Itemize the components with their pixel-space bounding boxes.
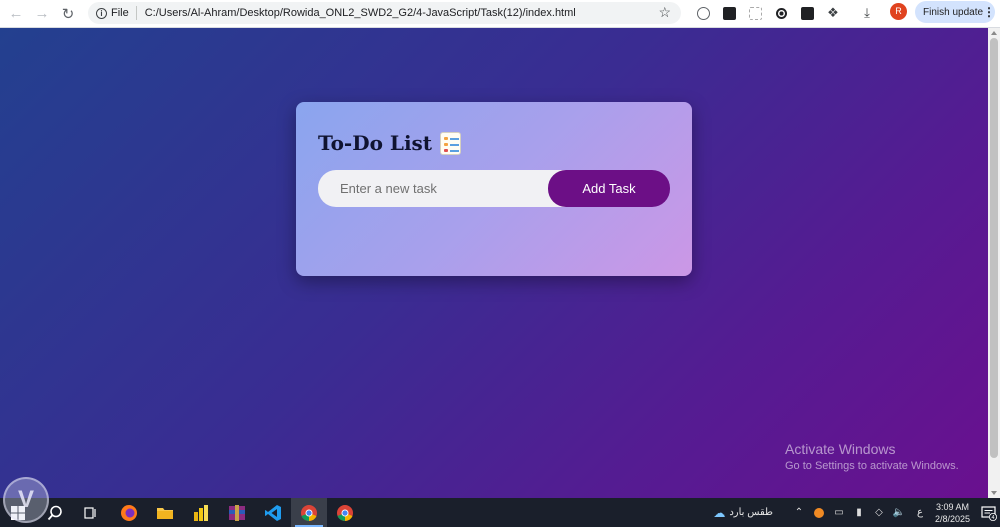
notification-count: 4 bbox=[991, 515, 994, 521]
scroll-up-icon[interactable] bbox=[991, 31, 997, 35]
pen-extension-icon[interactable] bbox=[716, 2, 742, 24]
finish-update-button[interactable]: Finish update ⋮ bbox=[915, 1, 995, 23]
forward-arrow-icon[interactable]: → bbox=[29, 2, 55, 26]
battery-icon[interactable]: ▮ bbox=[852, 506, 866, 520]
address-bar[interactable]: i File C:/Users/Al-Ahram/Desktop/Rowida_… bbox=[88, 2, 681, 24]
todo-title-text: To-Do List bbox=[318, 131, 433, 155]
blank-extension-icon[interactable] bbox=[742, 2, 768, 24]
page-title: To-Do List bbox=[318, 131, 462, 155]
clock-date: 2/8/2025 bbox=[934, 513, 970, 524]
winrar-icon[interactable] bbox=[219, 498, 255, 527]
vscode-icon[interactable] bbox=[255, 498, 291, 527]
file-explorer-icon[interactable] bbox=[147, 498, 183, 527]
extensions-row: ❖ ⤓ bbox=[690, 2, 880, 24]
scroll-thumb[interactable] bbox=[990, 38, 998, 458]
download-icon[interactable]: ⤓ bbox=[854, 2, 880, 24]
new-task-input[interactable] bbox=[318, 170, 568, 207]
watermark-subtitle: Go to Settings to activate Windows. bbox=[785, 460, 959, 472]
system-tray: ☁ طقس بارد ⌃ ▭ ▮ ◇ 🔈 ع 3:09 AM 2/8/2025 … bbox=[709, 498, 1000, 527]
language-indicator[interactable]: ع bbox=[917, 507, 923, 518]
clock-time: 3:09 AM bbox=[935, 501, 969, 512]
profile-avatar[interactable]: R bbox=[890, 3, 907, 20]
system-clock[interactable]: 3:09 AM 2/8/2025 bbox=[935, 501, 970, 525]
star-icon[interactable]: ☆ bbox=[658, 4, 671, 21]
record-extension-icon[interactable] bbox=[768, 2, 794, 24]
wifi-icon[interactable]: ◇ bbox=[872, 506, 886, 520]
todo-card: To-Do List Add Task bbox=[296, 102, 692, 276]
notification-center-icon[interactable]: 4 bbox=[978, 498, 1000, 527]
chrome-canary-icon[interactable] bbox=[327, 498, 363, 527]
puzzle-extensions-icon[interactable]: ❖ bbox=[820, 2, 846, 24]
omnibox-separator bbox=[135, 6, 137, 20]
volume-icon[interactable]: 🔈 bbox=[892, 506, 906, 520]
app-tray-icon[interactable] bbox=[812, 506, 826, 520]
page-scrollbar[interactable] bbox=[988, 28, 1000, 498]
info-icon[interactable]: i bbox=[96, 7, 107, 19]
activate-windows-watermark: Activate Windows Go to Settings to activ… bbox=[785, 441, 959, 472]
firefox-icon[interactable] bbox=[111, 498, 147, 527]
overlay-logo: V bbox=[3, 477, 49, 523]
reload-icon[interactable]: ↻ bbox=[55, 2, 81, 26]
device-tray-icon[interactable]: ▭ bbox=[832, 506, 846, 520]
back-arrow-icon[interactable]: ← bbox=[3, 2, 29, 26]
windows-taskbar: ☁ طقس بارد ⌃ ▭ ▮ ◇ 🔈 ع 3:09 AM 2/8/2025 … bbox=[0, 498, 1000, 527]
url-text[interactable]: C:/Users/Al-Ahram/Desktop/Rowida_ONL2_SW… bbox=[145, 7, 576, 19]
browser-toolbar: ← → ↻ i File C:/Users/Al-Ahram/Desktop/R… bbox=[0, 0, 1000, 28]
font-extension-icon[interactable] bbox=[794, 2, 820, 24]
weather-label[interactable]: طقس بارد bbox=[729, 507, 773, 518]
finish-update-label: Finish update bbox=[923, 6, 984, 18]
chrome-icon[interactable] bbox=[291, 498, 327, 527]
weather-icon[interactable]: ☁ bbox=[712, 506, 726, 520]
translate-extension-icon[interactable] bbox=[690, 2, 716, 24]
scheme-label: File bbox=[111, 7, 129, 19]
menu-dots-icon: ⋮ bbox=[983, 5, 996, 19]
watermark-title: Activate Windows bbox=[785, 441, 896, 457]
page-viewport: To-Do List Add Task Activate Windows Go … bbox=[0, 28, 988, 498]
task-view-icon[interactable] bbox=[73, 498, 109, 527]
show-hidden-icons-icon[interactable]: ⌃ bbox=[792, 506, 806, 520]
checklist-icon bbox=[440, 131, 462, 155]
scroll-down-icon[interactable] bbox=[991, 491, 997, 495]
power-bi-icon[interactable] bbox=[183, 498, 219, 527]
add-task-button[interactable]: Add Task bbox=[548, 170, 670, 207]
